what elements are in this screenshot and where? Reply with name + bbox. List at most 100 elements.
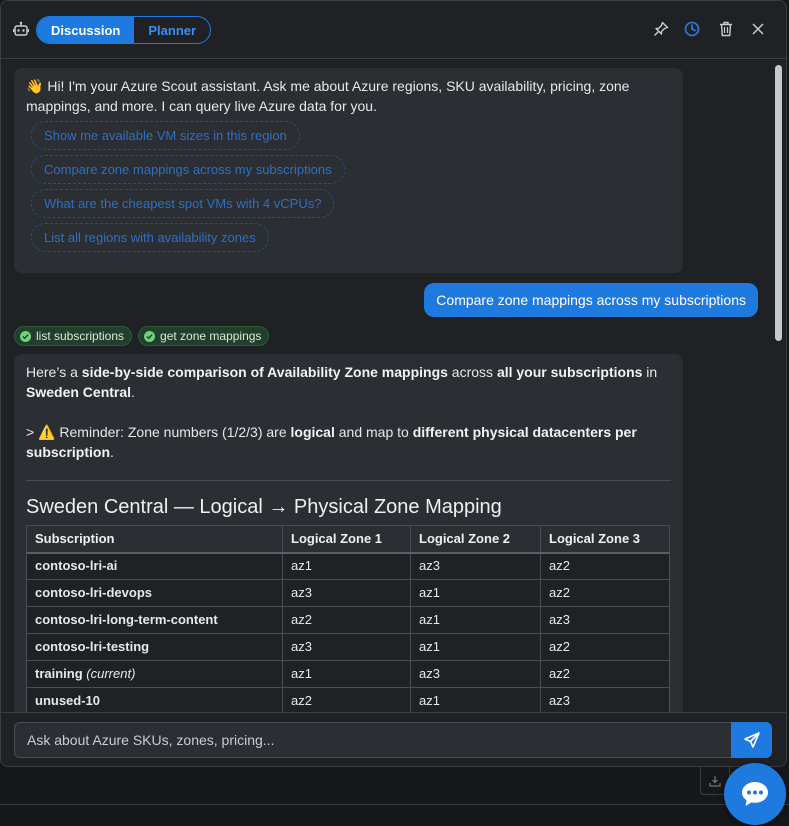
subscription-name: unused-10 (35, 693, 101, 708)
column-header: Logical Zone 2 (410, 525, 541, 554)
answer-intro: Here’s a side-by-side comparison of Avai… (26, 362, 671, 402)
composer (1, 712, 786, 766)
assistant-greeting-bubble: 👋 Hi! I'm your Azure Scout assistant. As… (14, 68, 683, 273)
table-row: contoso-lri-long-term-content az2 az1 az3 (26, 606, 670, 634)
divider (26, 480, 671, 481)
suggestion-list: Show me available VM sizes in this regio… (26, 121, 671, 252)
zone-mapping-table: Subscription Logical Zone 1 Logical Zone… (26, 525, 670, 712)
zone-cell: az1 (410, 633, 541, 661)
tool-call-label: get zone mappings (160, 329, 262, 343)
intro-text: . (131, 384, 135, 400)
pin-icon[interactable] (652, 20, 670, 38)
greeting-message: Hi! I'm your Azure Scout assistant. Ask … (26, 78, 630, 114)
subscription-cell: training (current) (26, 660, 283, 688)
greeting-text: 👋 Hi! I'm your Azure Scout assistant. As… (26, 76, 671, 116)
answer-heading: Sweden Central — Logical → Physical Zone… (26, 496, 502, 518)
suggestion-chip[interactable]: Compare zone mappings across my subscrip… (31, 155, 345, 184)
chat-panel: Discussion Planner 👋 Hi! I'm your Azure … (0, 0, 787, 767)
tool-call-badge: get zone mappings (138, 326, 270, 346)
user-message-bubble: Compare zone mappings across my subscrip… (424, 283, 758, 317)
subscription-note: (current) (86, 666, 136, 681)
scrollbar[interactable] (773, 60, 785, 712)
tool-call-badge: list subscriptions (14, 326, 133, 346)
column-header: Logical Zone 3 (540, 525, 670, 554)
zone-cell: az1 (282, 552, 411, 580)
discussion-mode-button[interactable]: Discussion (37, 17, 135, 43)
answer-reminder: > ⚠️ Reminder: Zone numbers (1/2/3) are … (26, 422, 671, 462)
chat-launcher-button[interactable] (724, 763, 786, 825)
trash-icon[interactable] (717, 20, 735, 38)
intro-bold: Sweden Central (26, 384, 132, 400)
zone-cell: az1 (282, 660, 411, 688)
subscription-cell: contoso-lri-testing (26, 633, 283, 661)
zone-cell: az3 (410, 660, 541, 688)
column-header: Logical Zone 1 (282, 525, 411, 554)
check-icon (144, 330, 156, 342)
send-icon (743, 732, 760, 748)
tool-call-list: list subscriptions get zone mappings (14, 326, 270, 346)
subscription-name: contoso-lri-ai (35, 558, 118, 574)
zone-cell: az1 (410, 606, 541, 634)
robot-icon (13, 21, 29, 36)
scrollbar-thumb[interactable] (775, 65, 782, 341)
suggestion-chip[interactable]: What are the cheapest spot VMs with 4 vC… (31, 189, 335, 218)
download-icon (709, 775, 721, 787)
page: Discussion Planner 👋 Hi! I'm your Azure … (0, 0, 789, 826)
reminder-text: and map to (334, 424, 413, 440)
intro-text: in (642, 364, 658, 380)
intro-bold: all your subscriptions (496, 364, 643, 380)
check-icon (20, 330, 31, 342)
intro-text: Here’s a (26, 364, 82, 380)
warning-icon: ⚠️ (38, 424, 56, 440)
chat-bubble-icon (742, 782, 768, 806)
message-list: 👋 Hi! I'm your Azure Scout assistant. As… (1, 60, 773, 712)
chat-header: Discussion Planner (1, 1, 786, 59)
suggestion-chip[interactable]: List all regions with availability zones (31, 223, 269, 252)
subscription-name: training (35, 666, 83, 681)
close-icon[interactable] (749, 20, 767, 38)
zone-cell: az3 (282, 633, 411, 661)
subscription-name: contoso-lri-testing (35, 639, 150, 654)
reminder-bold: logical (290, 424, 335, 440)
reminder-prefix: > (26, 424, 39, 440)
zone-cell: az3 (540, 687, 670, 712)
divider (0, 804, 789, 805)
zone-cell: az2 (282, 606, 411, 634)
column-header: Subscription (26, 525, 283, 554)
reminder-text: Reminder: Zone numbers (1/2/3) are (55, 424, 291, 440)
table-row: contoso-lri-devops az3 az1 az2 (26, 579, 670, 607)
chat-input[interactable] (14, 722, 732, 758)
zone-cell: az3 (282, 579, 411, 607)
tool-call-label: list subscriptions (36, 329, 125, 343)
subscription-name: contoso-lri-long-term-content (35, 612, 218, 627)
subscription-cell: contoso-lri-long-term-content (26, 606, 283, 634)
intro-bold: side-by-side comparison of Availability … (81, 364, 448, 380)
mode-toggle: Discussion Planner (36, 16, 212, 44)
subscription-name: contoso-lri-devops (35, 585, 153, 600)
table-row: contoso-lri-ai az1 az3 az2 (26, 552, 670, 580)
assistant-answer-bubble: Here’s a side-by-side comparison of Avai… (14, 354, 683, 712)
wave-emoji: 👋 (26, 78, 44, 94)
intro-text: across (447, 364, 497, 380)
zone-cell: az1 (410, 687, 541, 712)
zone-cell: az2 (282, 687, 411, 712)
send-button[interactable] (731, 722, 772, 758)
table-row: contoso-lri-testing az3 az1 az2 (26, 633, 670, 661)
subscription-cell: unused-10 (26, 687, 283, 712)
table-row: unused-10 az2 az1 az3 (26, 687, 670, 712)
zone-cell: az2 (540, 552, 670, 580)
zone-cell: az3 (410, 552, 541, 580)
zone-cell: az1 (410, 579, 541, 607)
zone-cell: az2 (540, 633, 670, 661)
reminder-text: . (110, 444, 114, 460)
planner-mode-button[interactable]: Planner (134, 17, 210, 43)
zone-cell: az2 (540, 660, 670, 688)
table-row: training (current) az1 az3 az2 (26, 660, 670, 688)
table-header-row: Subscription Logical Zone 1 Logical Zone… (26, 525, 670, 554)
history-icon[interactable] (683, 20, 701, 38)
subscription-cell: contoso-lri-ai (26, 552, 283, 580)
subscription-cell: contoso-lri-devops (26, 579, 283, 607)
zone-cell: az3 (540, 606, 670, 634)
suggestion-chip[interactable]: Show me available VM sizes in this regio… (31, 121, 300, 150)
zone-cell: az2 (540, 579, 670, 607)
